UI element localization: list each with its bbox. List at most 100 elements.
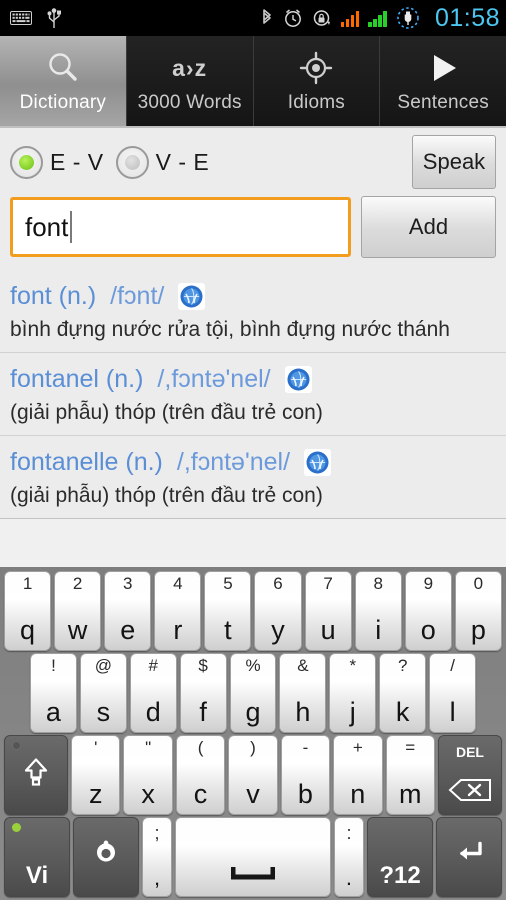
key-m-sup: = — [405, 738, 416, 757]
key-t[interactable]: 5t — [204, 571, 252, 651]
tab-dictionary[interactable]: Dictionary — [0, 36, 127, 126]
tab-sentences[interactable]: Sentences — [380, 36, 506, 126]
radio-v-e-indicator — [115, 145, 149, 179]
key-k-sup: ? — [397, 656, 408, 675]
key-x[interactable]: " x — [123, 735, 173, 815]
entry-header: font (n.) /fɔnt/ — [10, 276, 496, 316]
key-w[interactable]: 2w — [54, 571, 102, 651]
main-content: E - V V - E Speak font Add font (n.) /fɔ… — [0, 126, 506, 567]
entry-definition: (giải phẫu) thóp (trên đầu trẻ con) — [10, 484, 323, 507]
key-n-label: n — [350, 779, 366, 809]
symbols-key[interactable]: ?12 — [367, 817, 433, 897]
key-o[interactable]: 9o — [404, 571, 452, 651]
list-item[interactable]: font (n.) /fɔnt/ bình đựng nước rửa tội,… — [0, 270, 506, 353]
status-bar-right-icons: 01:58 — [260, 4, 500, 33]
key-s-sup: @ — [94, 656, 112, 675]
key-r[interactable]: 4r — [154, 571, 202, 651]
key-c-sup: ( — [197, 738, 204, 757]
key-u[interactable]: 7u — [304, 571, 352, 651]
list-item[interactable]: fontanelle (n.) /,fɔntə'nel/ (giải phẫu)… — [0, 436, 506, 519]
app-root: 01:58 Dictionary a›z 3000 Words Idioms S… — [0, 0, 506, 900]
key-f[interactable]: $ f — [179, 653, 227, 733]
semicolon-key[interactable]: ; , — [142, 817, 173, 897]
shift-key[interactable] — [4, 735, 68, 815]
search-input[interactable]: font — [10, 197, 351, 257]
tab-3000-words[interactable]: a›z 3000 Words — [126, 36, 254, 126]
key-e-sup: 3 — [123, 574, 133, 593]
key-x-label: x — [141, 779, 155, 809]
speak-button[interactable]: Speak — [412, 135, 496, 189]
entry-word[interactable]: fontanel (n.) — [10, 365, 143, 394]
keyboard-icon — [10, 11, 32, 25]
semicolon-key-bottom: , — [153, 865, 161, 890]
entry-definition: bình đựng nước rửa tội, bình đựng nước t… — [10, 318, 450, 341]
key-d[interactable]: # d — [129, 653, 177, 733]
entry-word[interactable]: fontanelle (n.) — [10, 448, 163, 477]
keyboard-settings-key[interactable] — [73, 817, 139, 897]
language-key-label: Vi — [25, 862, 49, 889]
status-bar-left-icons — [10, 7, 62, 29]
play-icon — [425, 48, 461, 88]
key-l-sup: / — [450, 656, 455, 675]
delete-key[interactable]: DEL — [437, 735, 502, 815]
key-q[interactable]: 1q — [4, 571, 52, 651]
key-h[interactable]: & h — [279, 653, 327, 733]
key-w-sup: 2 — [72, 574, 83, 593]
key-i[interactable]: 8i — [354, 571, 402, 651]
key-y[interactable]: 6y — [254, 571, 302, 651]
tab-bar: Dictionary a›z 3000 Words Idioms Sentenc… — [0, 36, 506, 126]
key-p[interactable]: 0p — [454, 571, 502, 651]
key-v-sup: ) — [250, 738, 256, 757]
enter-key[interactable] — [436, 817, 502, 897]
key-k[interactable]: ? k — [379, 653, 427, 733]
target-icon — [298, 48, 334, 88]
a-to-z-icon: a›z — [172, 48, 207, 88]
key-c[interactable]: (c — [175, 735, 226, 815]
key-t-label: t — [224, 615, 232, 645]
backspace-icon — [448, 779, 492, 806]
search-input-value: font — [25, 211, 69, 242]
key-s[interactable]: @ s — [79, 653, 127, 733]
key-z-sup: ' — [94, 738, 98, 757]
key-v[interactable]: ) v — [228, 735, 278, 815]
key-f-sup: $ — [198, 656, 208, 675]
audio-globe-icon[interactable] — [178, 282, 206, 310]
tab-idioms[interactable]: Idioms — [253, 36, 381, 126]
list-item[interactable]: fontanel (n.) /,fɔntə'nel/ (giải phẫu) t… — [0, 353, 506, 436]
radio-e-v-label: E - V — [50, 148, 104, 175]
key-s-label: s — [96, 697, 111, 727]
keyboard-settings-icon — [89, 838, 123, 877]
audio-globe-icon[interactable] — [304, 448, 332, 476]
language-led-icon — [12, 823, 21, 832]
key-a-sup: ! — [51, 656, 56, 675]
text-caret — [70, 211, 73, 243]
key-z[interactable]: ' z — [71, 735, 121, 815]
key-j[interactable]: * j — [329, 653, 377, 733]
colon-key[interactable]: : . — [333, 817, 364, 897]
language-key[interactable]: Vi — [4, 817, 70, 897]
keyboard-row-4: Vi ; , : . ?12 — [2, 817, 504, 897]
signal-bars-orange-icon — [340, 10, 360, 27]
key-n[interactable]: + n — [333, 735, 383, 815]
colon-key-bottom: . — [345, 865, 353, 890]
key-l[interactable]: / l — [429, 653, 477, 733]
key-e[interactable]: 3e — [104, 571, 152, 651]
radio-e-v[interactable]: E - V — [10, 145, 116, 179]
key-j-label: j — [349, 697, 356, 727]
key-n-sup: + — [352, 738, 363, 757]
key-m[interactable]: = m — [385, 735, 435, 815]
audio-globe-icon[interactable] — [284, 365, 312, 393]
key-g[interactable]: % g — [229, 653, 277, 733]
key-a-label: a — [45, 697, 61, 727]
add-button[interactable]: Add — [361, 196, 496, 258]
entry-word[interactable]: font (n.) — [10, 282, 96, 311]
key-h-sup: & — [297, 656, 309, 675]
key-a[interactable]: ! a — [30, 653, 77, 733]
radio-v-e[interactable]: V - E — [115, 145, 222, 179]
status-bar: 01:58 — [0, 0, 506, 36]
search-row: font Add — [0, 196, 506, 270]
tab-3000-words-label: 3000 Words — [137, 92, 242, 113]
key-d-label: d — [145, 697, 161, 727]
key-b[interactable]: -b — [280, 735, 331, 815]
space-key[interactable] — [175, 817, 331, 897]
